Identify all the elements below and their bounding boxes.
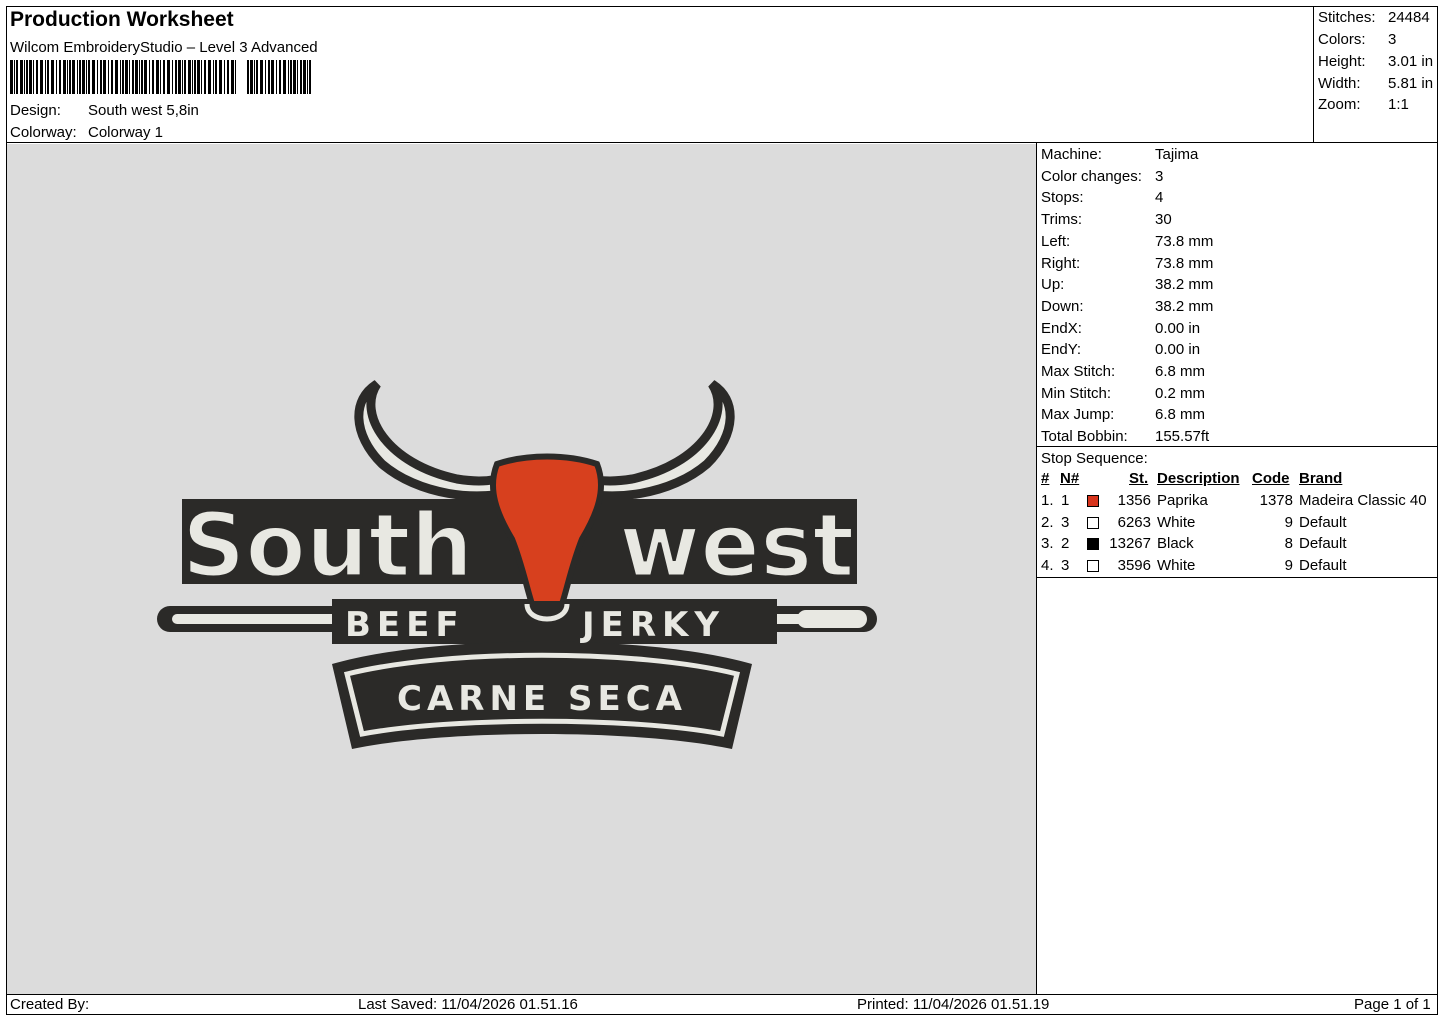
logo-word-south: South	[182, 494, 473, 597]
row-brand: Default	[1299, 557, 1347, 575]
printed-date: Printed: 11/04/2026 01.51.19	[857, 996, 1050, 1013]
row-brand: Madeira Classic 40	[1299, 492, 1427, 509]
page-number: Page 1 of 1	[1354, 996, 1431, 1013]
machine-label: Max Stitch:	[1041, 363, 1116, 380]
row-needle: 1	[1061, 492, 1070, 509]
last-saved: Last Saved: 11/04/2026 01.51.16	[358, 996, 578, 1013]
col-code: Code	[1252, 470, 1290, 487]
row-description: Black	[1157, 535, 1194, 553]
col-description: Description	[1157, 470, 1240, 487]
machine-label: Trims:	[1041, 211, 1083, 229]
machine-label: Right:	[1041, 254, 1081, 272]
machine-value: 38.2 mm	[1155, 276, 1214, 294]
embroidery-logo: South west BEEF JERKY CARNE SECA	[157, 380, 877, 749]
design-preview: South west BEEF JERKY CARNE SECA	[7, 144, 1036, 994]
row-stitches: 1356	[1117, 492, 1151, 509]
col-n: N#	[1060, 470, 1080, 487]
width-label: Width:	[1318, 75, 1361, 92]
color-swatch	[1087, 495, 1099, 507]
row-needle: 3	[1061, 557, 1070, 575]
software-name: Wilcom EmbroideryStudio – Level 3 Advanc…	[10, 39, 318, 56]
height-label: Height:	[1318, 53, 1366, 70]
machine-label: Left:	[1041, 232, 1071, 250]
design-label: Design:	[10, 102, 61, 119]
height-value: 3.01 in	[1388, 53, 1434, 70]
machine-label: EndX:	[1041, 319, 1082, 337]
row-description: Paprika	[1157, 492, 1208, 509]
design-value: South west 5,8in	[88, 102, 199, 119]
row-code: 1378	[1259, 492, 1293, 509]
row-description: White	[1157, 557, 1196, 575]
row-needle: 3	[1061, 513, 1070, 531]
logo-word-jerky: JERKY	[580, 605, 725, 645]
row-index: 1.	[1041, 492, 1054, 509]
width-value: 5.81 in	[1388, 75, 1434, 92]
zoom-label: Zoom:	[1318, 96, 1361, 113]
row-stitches: 13267	[1109, 535, 1151, 553]
row-index: 2.	[1041, 513, 1054, 531]
machine-label: Machine:	[1041, 146, 1102, 163]
stitches-label: Stitches:	[1318, 9, 1376, 26]
row-code: 9	[1284, 513, 1293, 531]
colorway-value: Colorway 1	[88, 124, 164, 141]
col-st: St.	[1129, 470, 1149, 487]
machine-value: 4	[1155, 189, 1164, 207]
stop-sequence-title: Stop Sequence:	[1041, 450, 1148, 467]
machine-value: 6.8 mm	[1155, 406, 1206, 424]
colorway-label: Colorway:	[10, 124, 77, 141]
summary-divider	[1313, 6, 1314, 143]
col-num: #	[1041, 470, 1050, 487]
machine-value: 0.00 in	[1155, 319, 1201, 337]
stitches-value: 24484	[1388, 9, 1430, 26]
machine-value: 0.00 in	[1155, 341, 1201, 359]
machine-label: Stops:	[1041, 189, 1084, 207]
machine-value: 73.8 mm	[1155, 254, 1214, 272]
machine-label: Total Bobbin:	[1041, 428, 1128, 446]
color-swatch	[1087, 516, 1099, 529]
machine-label: Down:	[1041, 297, 1084, 315]
machine-value: 38.2 mm	[1155, 297, 1214, 315]
created-by: Created By:	[10, 996, 90, 1013]
row-code: 8	[1284, 535, 1293, 553]
color-swatch	[1087, 560, 1099, 573]
machine-value: Tajima	[1155, 146, 1199, 163]
footer-divider	[6, 994, 1438, 995]
machine-label: Min Stitch:	[1041, 384, 1112, 402]
machine-value: 155.57ft	[1155, 428, 1210, 446]
machine-label: EndY:	[1041, 341, 1082, 359]
machine-divider	[1036, 446, 1438, 447]
row-brand: Default	[1299, 513, 1347, 531]
color-swatch	[1087, 538, 1099, 551]
skewer-handle	[797, 610, 867, 628]
logo-banner-text: CARNE SECA	[397, 679, 687, 719]
header-divider	[6, 142, 1438, 143]
col-brand: Brand	[1299, 470, 1343, 487]
machine-label: Color changes:	[1041, 167, 1142, 185]
sequence-divider	[1036, 577, 1438, 578]
machine-value: 0.2 mm	[1155, 384, 1206, 402]
page-title: Production Worksheet	[10, 8, 234, 31]
logo-word-west: west	[619, 494, 854, 597]
panel-divider	[1036, 142, 1037, 995]
row-index: 3.	[1041, 535, 1054, 553]
row-code: 9	[1284, 557, 1293, 575]
machine-value: 3	[1155, 167, 1164, 185]
row-stitches: 3596	[1117, 557, 1151, 575]
logo-word-beef: BEEF	[345, 605, 465, 645]
machine-label: Max Jump:	[1041, 406, 1115, 424]
machine-label: Up:	[1041, 276, 1065, 294]
machine-value: 6.8 mm	[1155, 363, 1206, 380]
row-needle: 2	[1061, 535, 1070, 553]
machine-value: 73.8 mm	[1155, 232, 1214, 250]
row-brand: Default	[1299, 535, 1347, 553]
colors-value: 3	[1388, 31, 1397, 48]
row-description: White	[1157, 513, 1196, 531]
barcode	[10, 60, 311, 94]
colors-label: Colors:	[1318, 31, 1366, 48]
row-stitches: 6263	[1117, 513, 1151, 531]
row-index: 4.	[1041, 557, 1054, 575]
zoom-value: 1:1	[1388, 96, 1409, 113]
machine-value: 30	[1155, 211, 1172, 229]
